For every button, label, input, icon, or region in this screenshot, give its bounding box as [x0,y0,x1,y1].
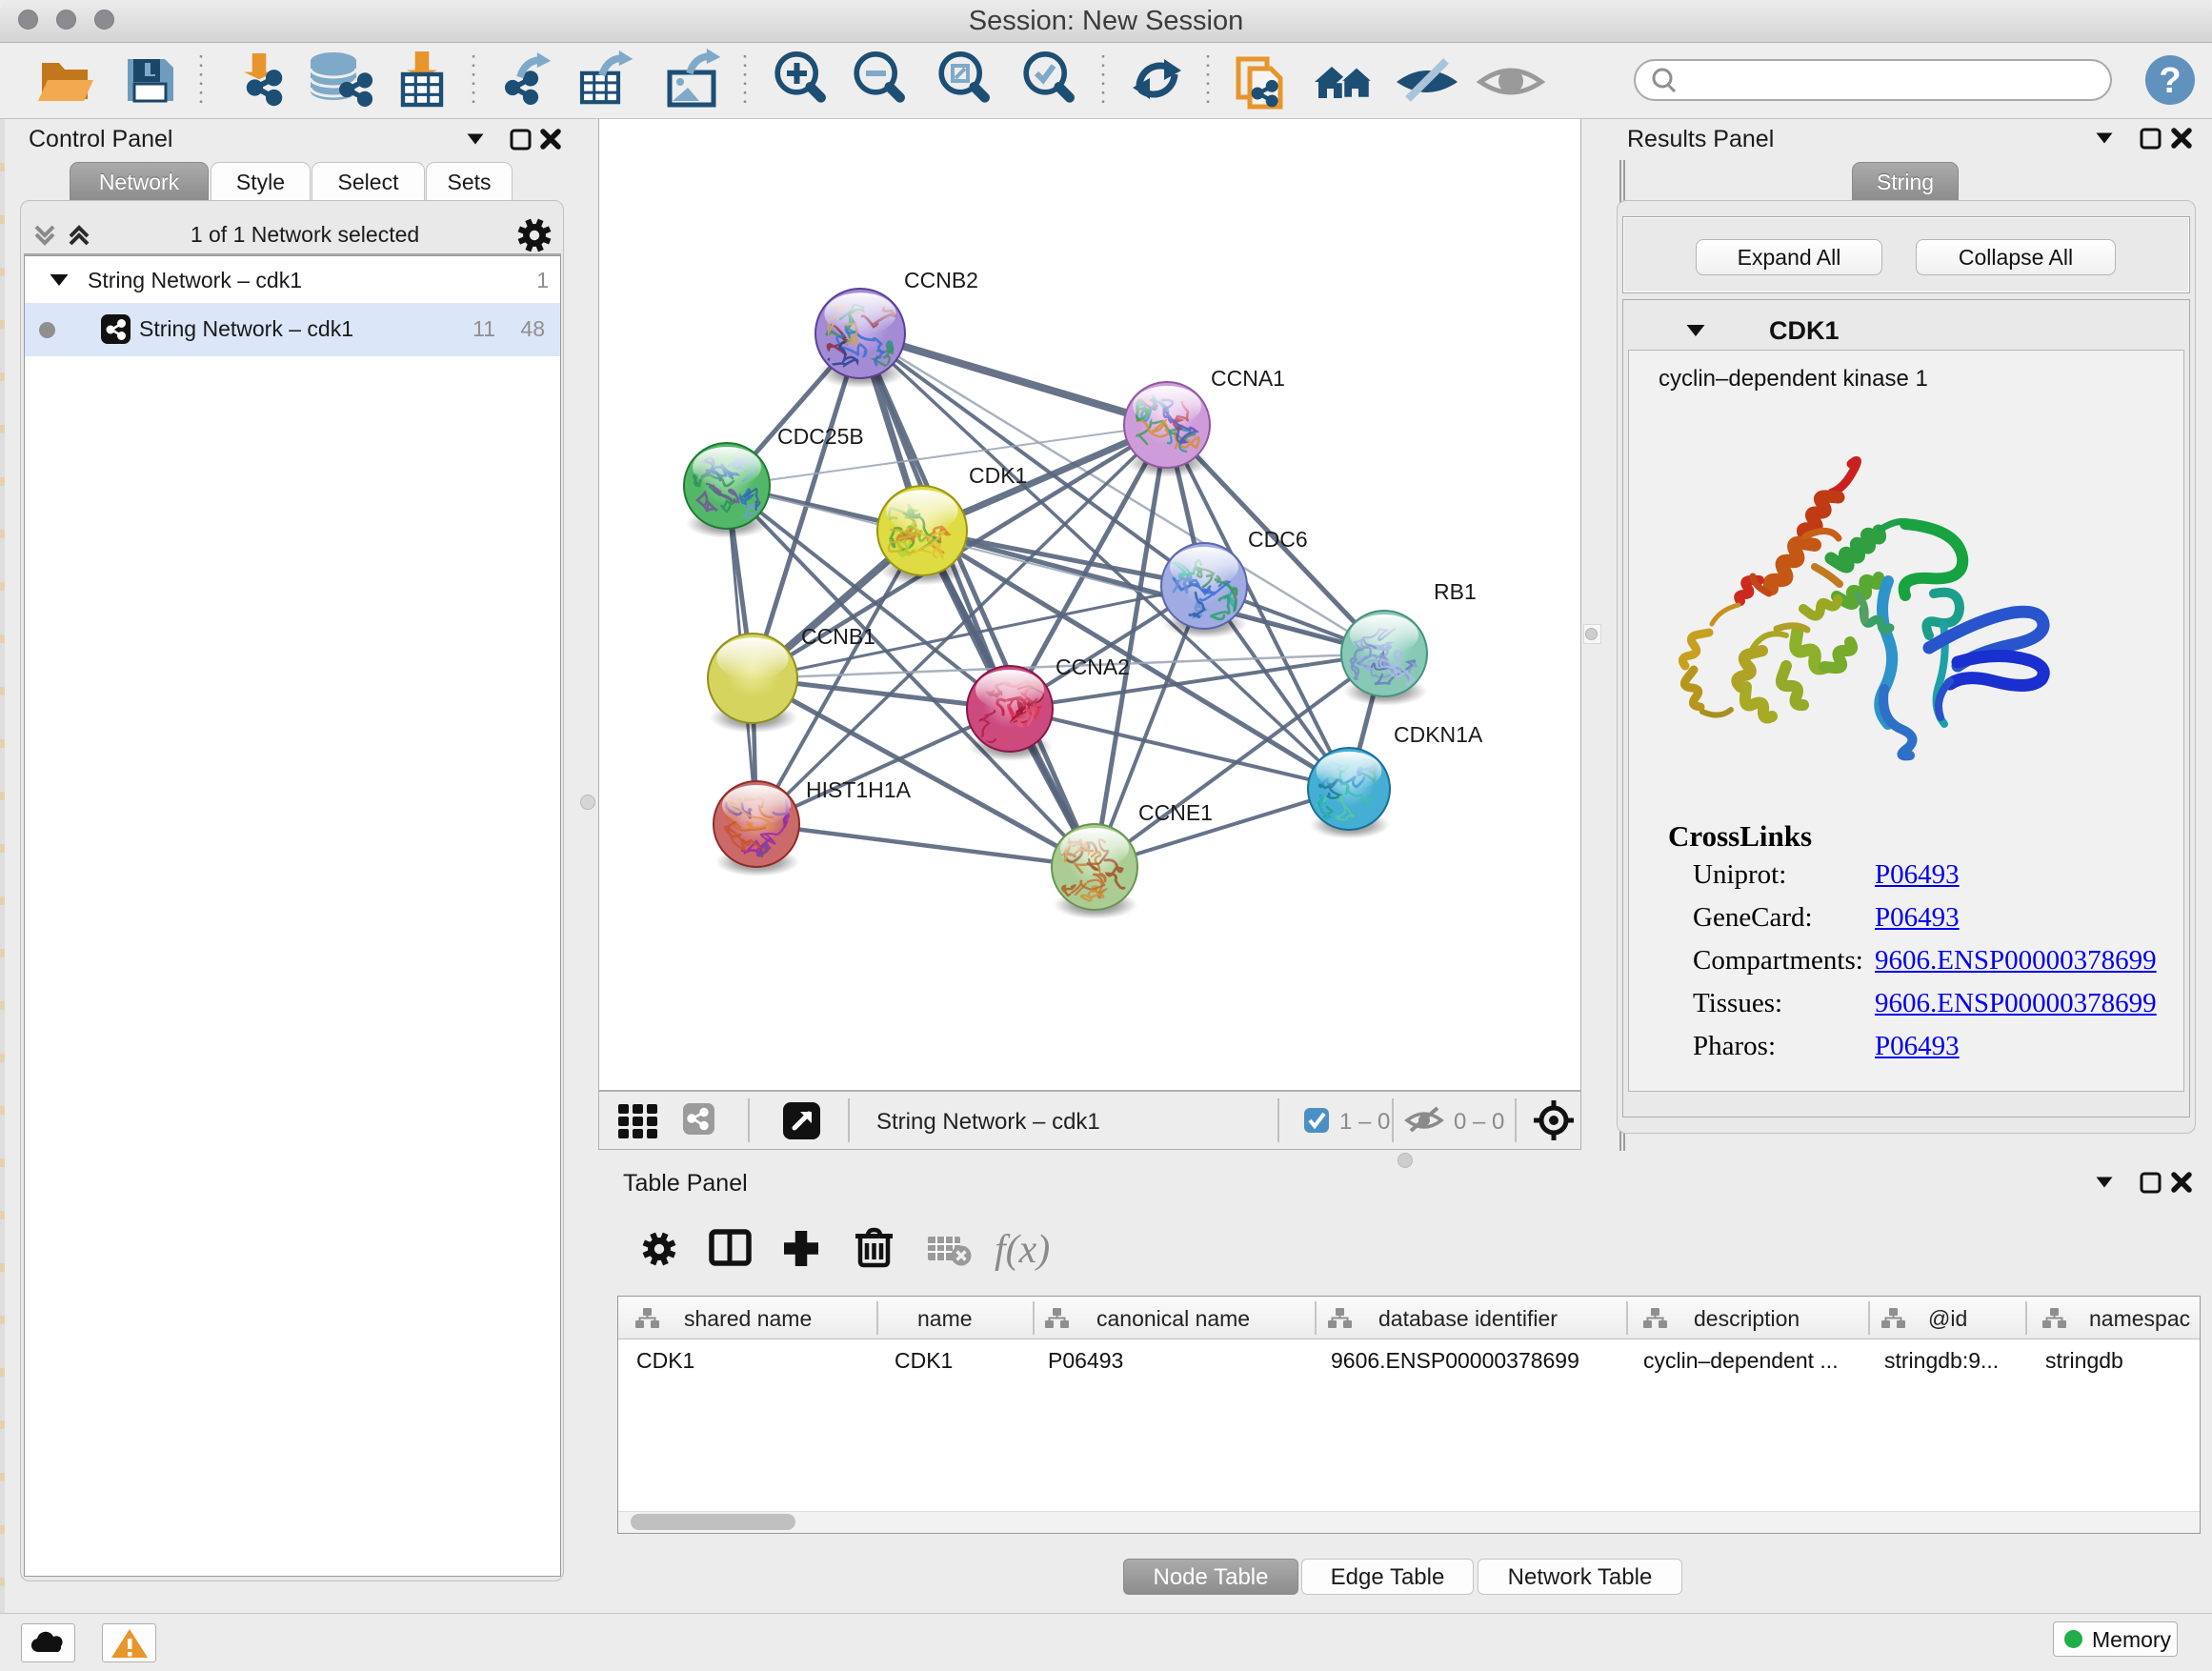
svg-text:RB1: RB1 [1434,579,1477,604]
svg-text:namespac: namespac [2089,1306,2190,1331]
svg-text:?: ? [2159,61,2181,101]
svg-text:0 – 0: 0 – 0 [1454,1109,1504,1135]
svg-text:name: name [917,1306,973,1331]
svg-text:CDKN1A: CDKN1A [1394,722,1483,747]
svg-text:CDC25B: CDC25B [777,424,864,449]
svg-text:description: description [1694,1306,1800,1331]
svg-text:HIST1H1A: HIST1H1A [806,777,912,802]
svg-text:CDC6: CDC6 [1248,527,1308,552]
svg-text:canonical name: canonical name [1096,1306,1250,1331]
svg-text:CCNB2: CCNB2 [904,268,978,292]
svg-text:database identifier: database identifier [1378,1306,1558,1331]
svg-text:shared name: shared name [684,1306,812,1331]
svg-text:CCNE1: CCNE1 [1138,800,1213,825]
svg-text:f(x): f(x) [995,1228,1050,1272]
svg-text:CDK1: CDK1 [969,463,1027,488]
svg-text:CCNB1: CCNB1 [801,624,875,649]
svg-text:String Network – cdk1: String Network – cdk1 [876,1109,1100,1135]
svg-text:1 – 0: 1 – 0 [1339,1109,1390,1135]
svg-text:CCNA1: CCNA1 [1211,366,1285,391]
svg-text:CCNA2: CCNA2 [1056,654,1130,679]
svg-text:@id: @id [1928,1306,1967,1331]
